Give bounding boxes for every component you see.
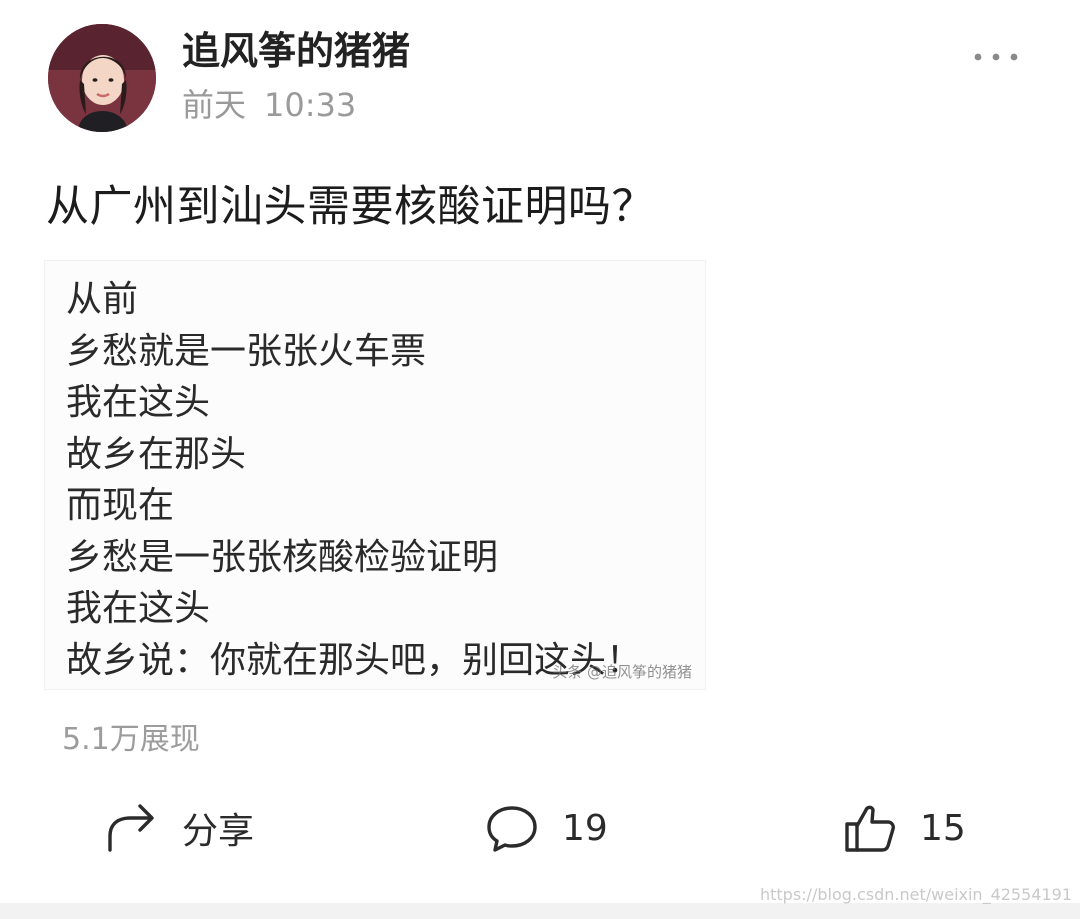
thumbs-up-icon	[845, 805, 895, 852]
share-arrow-icon	[108, 804, 154, 852]
poem-line: 而现在	[66, 485, 175, 526]
comment-bubble-icon	[487, 806, 537, 852]
avatar-image	[48, 24, 156, 132]
post-time-clock: 10:33	[264, 86, 357, 124]
poem-line: 乡愁是一张张核酸检验证明	[66, 536, 499, 578]
more-dots-icon	[974, 53, 1018, 61]
poem-line: 我在这头	[66, 588, 211, 629]
post-time: 前天 10:33	[182, 82, 356, 128]
site-watermark: https://blog.csdn.net/weixin_42554191	[759, 885, 1072, 904]
share-button[interactable]: 分享	[104, 796, 254, 860]
view-count: 5.1万展现	[62, 722, 200, 757]
image-watermark: 头条 @追风筝的猪猪	[552, 663, 692, 681]
poem-line: 故乡在那头	[66, 433, 247, 475]
author-name[interactable]: 追风筝的猪猪	[182, 26, 410, 76]
like-count: 15	[920, 807, 966, 849]
poem-line: 乡愁就是一张张火车票	[66, 330, 427, 372]
post-title[interactable]: 从广州到汕头需要核酸证明吗？	[46, 176, 655, 238]
comment-button[interactable]: 19	[484, 796, 608, 860]
avatar[interactable]	[48, 24, 156, 132]
like-button[interactable]: 15	[842, 796, 966, 860]
post-time-day: 前天	[182, 86, 247, 124]
poem-line: 我在这头	[66, 382, 211, 423]
poem-line: 从前	[66, 279, 139, 320]
share-label: 分享	[182, 811, 255, 852]
post-card: 追风筝的猪猪 前天 10:33 从广州到汕头需要核酸证明吗？ 从前 乡愁就是一张张…	[0, 0, 1080, 919]
poem-text: 从前 乡愁就是一张张火车票 我在这头 故乡在那头 而现在 乡愁是一张张核酸检验证…	[66, 274, 642, 686]
more-button[interactable]	[966, 40, 1026, 74]
footer-divider	[0, 903, 1080, 919]
post-image[interactable]: 从前 乡愁就是一张张火车票 我在这头 故乡在那头 而现在 乡愁是一张张核酸检验证…	[44, 260, 706, 690]
comment-count: 19	[562, 807, 608, 849]
